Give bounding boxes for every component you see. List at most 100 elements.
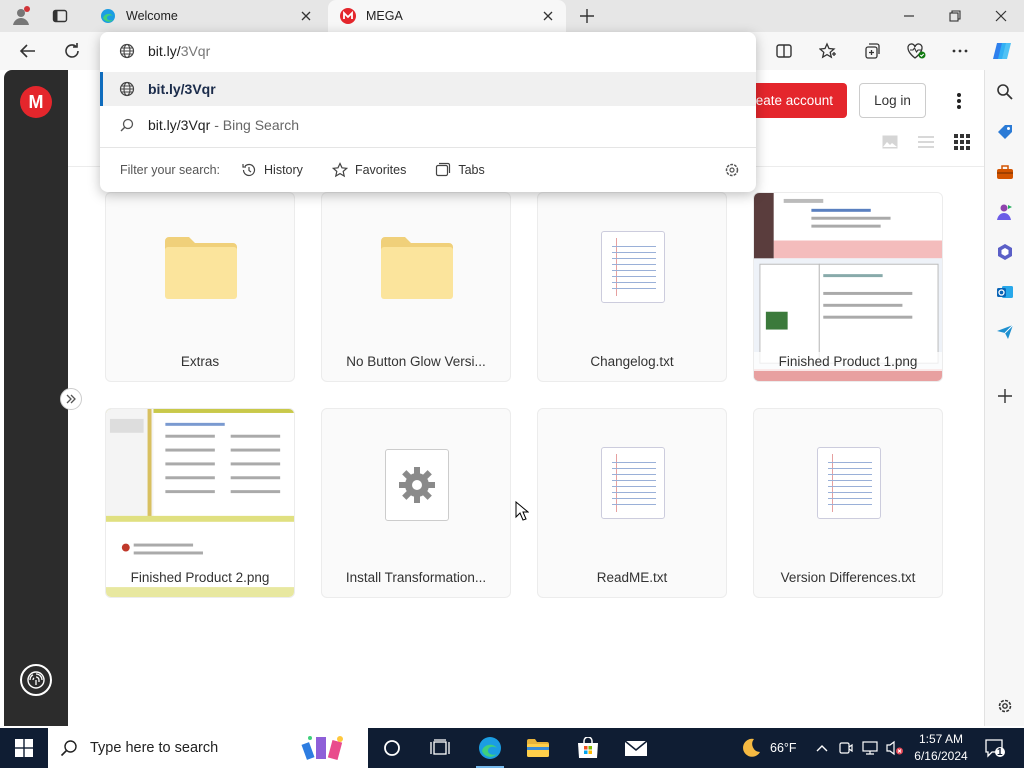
sidebar-search-button[interactable] <box>991 78 1019 106</box>
file-tile-folder[interactable]: Extras <box>105 192 295 382</box>
sidebar-send-button[interactable] <box>991 318 1019 346</box>
browser-essentials-button[interactable] <box>901 37 931 65</box>
minimize-button[interactable] <box>886 0 932 32</box>
file-tile-executable[interactable]: Install Transformation... <box>321 408 511 598</box>
camera-icon <box>839 742 853 754</box>
filter-history[interactable]: History <box>240 161 303 179</box>
start-button[interactable] <box>0 728 48 768</box>
mega-icon <box>340 8 356 24</box>
close-window-button[interactable] <box>978 0 1024 32</box>
taskbar: Type here to search 66°F 1:57 AM 6/16/20… <box>0 728 1024 768</box>
suggestion-suffix: - Bing Search <box>214 117 300 133</box>
tab-mega[interactable]: MEGA <box>328 0 566 32</box>
close-icon <box>995 10 1007 22</box>
gear-icon <box>399 467 435 503</box>
filter-history-label: History <box>264 163 303 177</box>
tab-title: MEGA <box>366 9 403 23</box>
show-hidden-icons[interactable] <box>816 728 828 768</box>
close-icon[interactable] <box>294 4 318 28</box>
plus-icon <box>580 9 594 23</box>
filter-tabs[interactable]: Tabs <box>434 161 485 179</box>
address-dropdown: bit.ly/3Vqr bit.ly/3Vqr bit.ly/3Vqr - Bi… <box>100 32 756 192</box>
search-highlight-icon <box>301 736 343 760</box>
media-view-button[interactable] <box>878 130 902 154</box>
restore-button[interactable] <box>932 0 978 32</box>
notification-center-button[interactable]: 1 <box>980 728 1010 768</box>
clock-date: 6/16/2024 <box>914 749 968 763</box>
sidebar-add-button[interactable] <box>991 382 1019 410</box>
taskbar-store[interactable] <box>564 728 612 768</box>
new-tab-button[interactable] <box>574 4 600 28</box>
mega-logo[interactable]: M <box>20 86 52 118</box>
tray-volume[interactable] <box>886 728 904 768</box>
sidebar-games-button[interactable] <box>991 198 1019 226</box>
back-arrow-icon <box>19 44 35 58</box>
refresh-button[interactable] <box>57 37 87 65</box>
file-tile-text[interactable]: Version Differences.txt <box>753 408 943 598</box>
plus-icon <box>998 389 1012 403</box>
settings-more-button[interactable] <box>945 37 975 65</box>
search-icon <box>997 84 1013 100</box>
split-screen-button[interactable] <box>769 37 799 65</box>
suggestion-search[interactable]: bit.ly/3Vqr - Bing Search <box>100 108 756 142</box>
taskbar-search-placeholder: Type here to search <box>90 740 219 756</box>
text-file-icon <box>817 447 881 519</box>
paper-plane-icon <box>997 324 1014 339</box>
taskbar-clock[interactable]: 1:57 AM 6/16/2024 <box>908 731 974 765</box>
filter-favorites[interactable]: Favorites <box>331 161 406 179</box>
tab-actions-button[interactable] <box>47 4 73 28</box>
task-view-icon <box>430 739 450 755</box>
file-name: Install Transformation... <box>345 570 487 585</box>
file-name: Extras <box>180 354 220 369</box>
mega-account-button[interactable] <box>20 664 52 696</box>
globe-icon <box>118 42 136 60</box>
image-view-icon <box>882 135 898 149</box>
suggestion-url[interactable]: bit.ly/3Vqr <box>100 72 756 106</box>
tray-network[interactable] <box>862 728 878 768</box>
file-tile-text[interactable]: Changelog.txt <box>537 192 727 382</box>
sidebar-outlook-button[interactable] <box>991 278 1019 306</box>
file-tile-image[interactable]: Finished Product 1.png <box>753 192 943 382</box>
store-icon <box>578 737 598 758</box>
taskbar-file-explorer[interactable] <box>514 728 562 768</box>
copilot-button[interactable] <box>987 37 1017 65</box>
expand-sidebar-button[interactable] <box>60 388 82 410</box>
more-menu-button[interactable] <box>948 90 970 112</box>
close-icon[interactable] <box>536 4 560 28</box>
search-settings-button[interactable] <box>722 160 742 180</box>
sidebar-tools-button[interactable] <box>991 158 1019 186</box>
filter-label: Filter your search: <box>120 163 221 177</box>
suggestion-text: bit.ly/3Vqr <box>148 117 211 133</box>
login-button[interactable]: Log in <box>859 83 926 118</box>
profile-button[interactable] <box>8 4 34 28</box>
edge-icon <box>479 737 501 759</box>
file-tile-image[interactable]: Finished Product 2.png <box>105 408 295 598</box>
back-button[interactable] <box>13 37 43 65</box>
collections-button[interactable] <box>857 37 887 65</box>
file-tile-text[interactable]: ReadME.txt <box>537 408 727 598</box>
file-tile-folder[interactable]: No Button Glow Versi... <box>321 192 511 382</box>
volume-muted-icon <box>886 740 903 756</box>
weather-widget[interactable]: 66°F <box>740 728 797 768</box>
tab-actions-icon <box>52 9 68 23</box>
sidebar-shopping-button[interactable] <box>991 118 1019 146</box>
task-view-button[interactable] <box>416 728 464 768</box>
cortana-button[interactable] <box>368 728 416 768</box>
tray-meet-now[interactable] <box>838 728 854 768</box>
split-screen-icon <box>776 44 792 58</box>
taskbar-search[interactable]: Type here to search <box>48 728 368 768</box>
taskbar-mail[interactable] <box>612 728 660 768</box>
address-bar[interactable]: bit.ly/3Vqr <box>100 32 756 70</box>
file-name: Finished Product 1.png <box>754 352 942 371</box>
address-input[interactable]: bit.ly/3Vqr <box>148 43 210 59</box>
tab-welcome[interactable]: Welcome <box>88 0 324 32</box>
sidebar-settings-button[interactable] <box>991 692 1019 720</box>
sidebar-microsoft365-button[interactable] <box>991 238 1019 266</box>
file-name: Changelog.txt <box>590 354 674 369</box>
favorites-button[interactable] <box>813 37 843 65</box>
grid-view-button[interactable] <box>950 130 974 154</box>
taskbar-edge[interactable] <box>466 728 514 768</box>
list-view-button[interactable] <box>914 130 938 154</box>
mail-icon <box>624 740 648 756</box>
heart-pulse-icon <box>907 43 926 59</box>
